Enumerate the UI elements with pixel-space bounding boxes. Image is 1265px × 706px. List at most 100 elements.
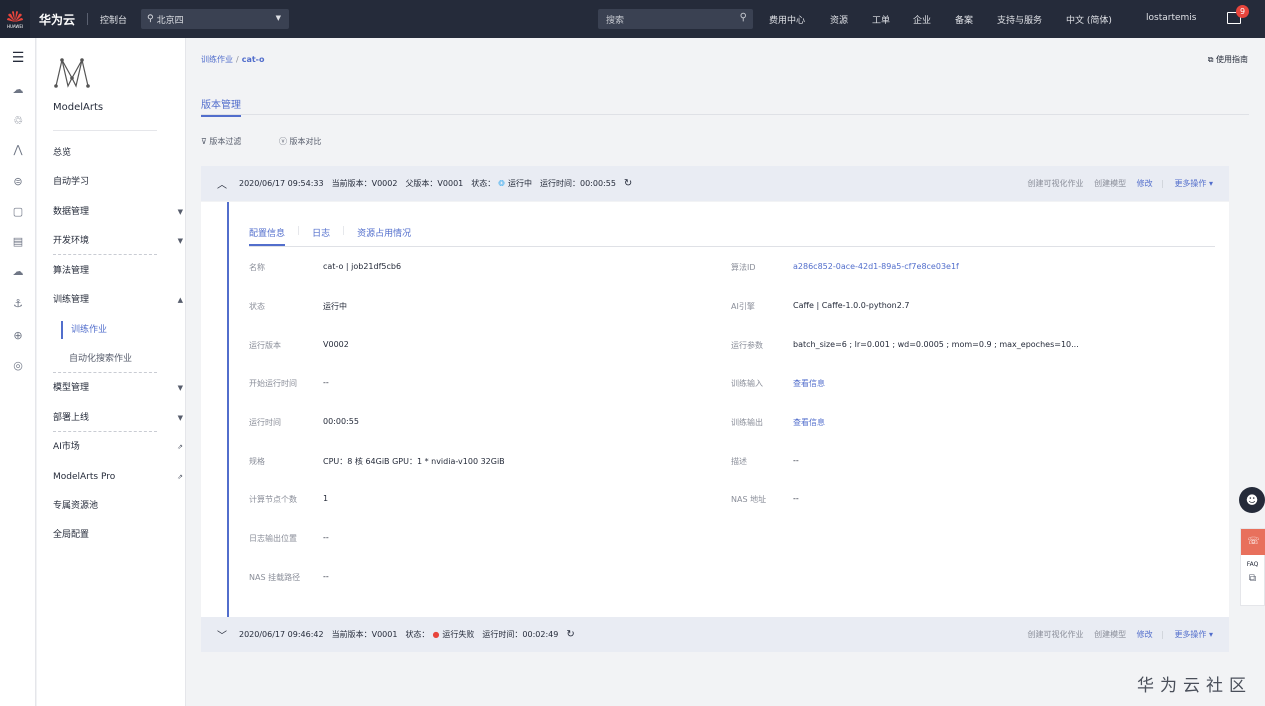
view-train-output-link[interactable]: 查看信息 (793, 417, 825, 428)
customer-service-icon[interactable]: ☏ (1241, 529, 1265, 555)
sidebar-item-training-management[interactable]: 训练管理 ▲ (53, 291, 183, 309)
sidebar-item-ai-market[interactable]: AI市场 ⇗ (53, 438, 183, 456)
field-label-spec: 规格 (249, 457, 265, 466)
more-actions-dropdown[interactable]: 更多操作 ▾ (1174, 179, 1213, 188)
modify-button[interactable]: 修改 (1137, 179, 1153, 188)
field-value-run-params: batch_size=6 ; lr=0.001 ; wd=0.0005 ; mo… (793, 340, 1079, 349)
sidebar-item-dedicated-pool[interactable]: 专属资源池 (53, 497, 173, 515)
cloud-service-icon[interactable]: ☁ (10, 82, 26, 98)
cloud-icon[interactable]: ☁ (10, 264, 26, 280)
search-input[interactable]: 搜索 ⚲ (598, 9, 753, 29)
divider: | (1161, 630, 1164, 639)
detail-tabs: 配置信息 | 日志 | 资源占用情况 (249, 226, 423, 246)
chevron-down-icon[interactable]: ﹀ (217, 627, 227, 642)
assistant-robot-icon[interactable]: ☻ (1239, 487, 1265, 513)
field-label-train-input: 训练输入 (731, 379, 763, 388)
nav-enterprise[interactable]: 企业 (913, 13, 931, 26)
sidebar-item-auto-learning[interactable]: 自动学习 (53, 173, 173, 191)
menu-icon[interactable]: ☰ (10, 50, 26, 66)
tab-config-info[interactable]: 配置信息 (249, 226, 286, 246)
sidebar-item-algorithm-management[interactable]: 算法管理 (53, 262, 173, 280)
create-visualization-job-button[interactable]: 创建可视化作业 (1028, 179, 1084, 188)
ip-icon[interactable]: ◎ (10, 358, 26, 374)
region-selector[interactable]: ⚲ 北京四 ▼ (141, 9, 290, 29)
sidebar-item-deployment[interactable]: 部署上线 ▼ (53, 409, 183, 427)
sidebar-subitem-training-jobs[interactable]: 训练作业 (61, 321, 161, 339)
cluster-icon[interactable]: ♲ (10, 113, 26, 129)
breadcrumb-parent-link[interactable]: 训练作业 (201, 55, 233, 64)
sidebar-item-global-config[interactable]: 全局配置 (53, 526, 173, 544)
field-value-algorithm-id[interactable]: a286c852-0ace-42d1-89a5-cf7e8ce03e1f (793, 262, 959, 271)
version-row-header[interactable]: ︿ 2020/06/17 09:54:33 当前版本：V0002 父版本：V00… (201, 166, 1229, 201)
search-icon[interactable]: ⚲ (740, 12, 747, 23)
view-train-input-link[interactable]: 查看信息 (793, 378, 825, 389)
field-value-nas-mount: -- (323, 572, 329, 581)
field-label-nas-mount: NAS 挂载路径 (249, 573, 301, 582)
tab-underline (249, 246, 1215, 247)
field-value-name: cat-o | job21df5cb6 (323, 262, 402, 271)
more-actions-dropdown[interactable]: 更多操作 ▾ (1174, 630, 1213, 639)
version-compare-button[interactable]: ⓥ 版本对比 (279, 136, 322, 147)
modify-button[interactable]: 修改 (1137, 630, 1153, 639)
version-filter-button[interactable]: ⊽ 版本过滤 (201, 136, 241, 147)
faq-button[interactable]: FAQ (1241, 561, 1264, 568)
field-value-ai-engine: Caffe | Caffe-1.0.0-python2.7 (793, 301, 910, 310)
sidebar-item-label: 数据管理 (53, 207, 90, 217)
sidebar-item-label: 模型管理 (53, 383, 90, 393)
caret-down-icon: ▼ (275, 14, 282, 22)
chevron-down-icon: ▼ (177, 384, 183, 392)
sidebar-item-dev-environment[interactable]: 开发环境 ▼ (53, 232, 183, 250)
version-filter-label: 版本过滤 (209, 137, 242, 146)
chevron-down-icon: ▼ (177, 414, 183, 422)
copy-icon[interactable]: ⧉ (1241, 573, 1264, 584)
sidebar-item-overview[interactable]: 总览 (53, 144, 173, 162)
version-row-header[interactable]: ﹀ 2020/06/17 09:46:42 当前版本：V0001 状态： ● 运… (201, 617, 1229, 652)
storage-icon[interactable]: ⊜ (10, 174, 26, 190)
service-rail: ☰ ☁ ♲ ⋀ ⊜ ▢ ▤ ☁ ⚓ ⊕ ◎ (0, 38, 36, 706)
document-icon[interactable]: ▤ (10, 234, 26, 250)
nav-billing[interactable]: 费用中心 (769, 13, 805, 26)
tab-resource-usage[interactable]: 资源占用情况 (357, 226, 411, 246)
brand-name[interactable]: 华为云 (39, 11, 75, 28)
nav-support[interactable]: 支持与服务 (997, 13, 1042, 26)
field-label-name: 名称 (249, 263, 265, 272)
top-bar: HUAWEI 华为云 控制台 ⚲ 北京四 ▼ 搜索 ⚲ 费用中心 资源 工单 企… (0, 0, 1265, 38)
huawei-logo[interactable]: HUAWEI (0, 0, 30, 38)
sidebar-item-label: 自动化搜索作业 (69, 354, 133, 364)
location-pin-icon: ⚲ (147, 14, 154, 24)
sidebar-item-data-management[interactable]: 数据管理 ▼ (53, 203, 183, 221)
field-value-run-version: V0002 (323, 340, 349, 349)
refresh-icon[interactable]: ↻ (566, 629, 574, 640)
divider: | (342, 226, 346, 236)
console-link[interactable]: 控制台 (100, 13, 127, 26)
nav-language[interactable]: 中文 (简体) (1066, 13, 1112, 26)
refresh-icon[interactable]: ↻ (624, 178, 632, 189)
create-model-button[interactable]: 创建模型 (1094, 179, 1126, 188)
sidebar-item-modelarts-pro[interactable]: ModelArts Pro ⇗ (53, 468, 183, 486)
create-visualization-job-button[interactable]: 创建可视化作业 (1028, 630, 1084, 639)
divider: | (1161, 179, 1164, 188)
sidebar-item-label: ModelArts Pro (53, 472, 116, 482)
sidebar-item-model-management[interactable]: 模型管理 ▼ (53, 379, 183, 397)
search-placeholder: 搜索 (606, 16, 625, 26)
nav-filing[interactable]: 备案 (955, 13, 973, 26)
field-value-description: -- (793, 456, 799, 465)
chevron-up-icon[interactable]: ︿ (217, 176, 227, 191)
version-current: 当前版本：V0001 (331, 630, 398, 639)
divider (53, 372, 157, 373)
tab-logs[interactable]: 日志 (312, 226, 330, 246)
sidebar: ModelArts 总览 自动学习 数据管理 ▼ 开发环境 ▼ 算法管理 训练管理 ▲… (37, 38, 186, 706)
create-model-button[interactable]: 创建模型 (1094, 630, 1126, 639)
globe-icon[interactable]: ⊕ (10, 328, 26, 344)
nav-resources[interactable]: 资源 (830, 13, 848, 26)
anchor-icon[interactable]: ⚓ (10, 296, 26, 312)
modelarts-icon[interactable]: ⋀ (10, 142, 26, 158)
field-label-status: 状态 (249, 302, 265, 311)
nav-username[interactable]: lostartemis (1146, 13, 1196, 23)
nav-tickets[interactable]: 工单 (872, 13, 890, 26)
database-icon[interactable]: ▢ (10, 204, 26, 220)
sidebar-item-label: 全局配置 (53, 530, 90, 540)
huawei-flower-icon (7, 11, 23, 22)
guide-link[interactable]: ⧉ 使用指南 (1208, 54, 1248, 65)
sidebar-subitem-auto-search-jobs[interactable]: 自动化搜索作业 (61, 350, 161, 368)
